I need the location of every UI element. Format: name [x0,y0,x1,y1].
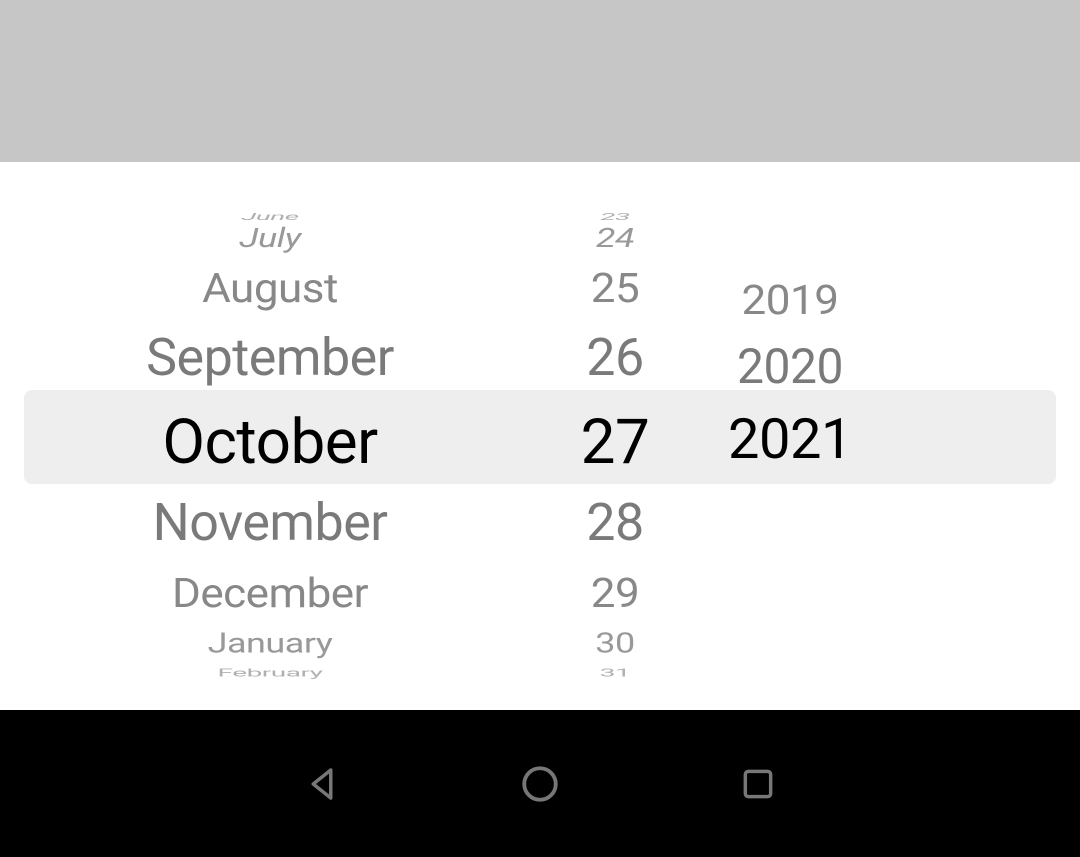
home-icon [519,763,561,805]
year-selected[interactable]: 2021 [690,406,890,472]
day-option[interactable]: 30 [540,627,690,660]
month-option[interactable]: January [0,627,540,660]
day-option[interactable]: 28 [540,492,690,553]
status-bar-area [0,0,1080,162]
navigation-bar [0,710,1080,857]
year-option[interactable]: 2020 [690,338,890,395]
day-option[interactable]: 26 [540,327,690,388]
month-option[interactable]: August [0,264,540,312]
day-option[interactable]: 31 [540,666,690,679]
picker-columns: June July August September October Novem… [0,162,1080,710]
month-wheel[interactable]: June July August September October Novem… [0,162,540,710]
back-button[interactable] [298,760,346,808]
day-option[interactable]: 23 [540,211,690,223]
day-wheel[interactable]: 23 24 25 26 27 28 29 30 31 [540,162,690,710]
month-option[interactable]: September [0,327,540,388]
month-option[interactable]: June [0,211,540,223]
back-icon [301,763,343,805]
home-button[interactable] [516,760,564,808]
month-selected[interactable]: October [0,406,540,479]
recent-button[interactable] [734,760,782,808]
day-selected[interactable]: 27 [540,406,690,479]
month-option[interactable]: July [0,222,540,254]
date-picker: June July August September October Novem… [0,162,1080,710]
month-option[interactable]: February [0,666,540,679]
year-wheel[interactable]: 2019 2020 2021 [690,162,890,710]
day-option[interactable]: 25 [540,264,690,312]
year-option[interactable]: 2019 [690,276,890,324]
month-option[interactable]: November [0,492,540,553]
recent-icon [739,765,777,803]
day-option[interactable]: 29 [540,569,690,617]
month-option[interactable]: December [0,569,540,617]
day-option[interactable]: 24 [540,222,690,254]
